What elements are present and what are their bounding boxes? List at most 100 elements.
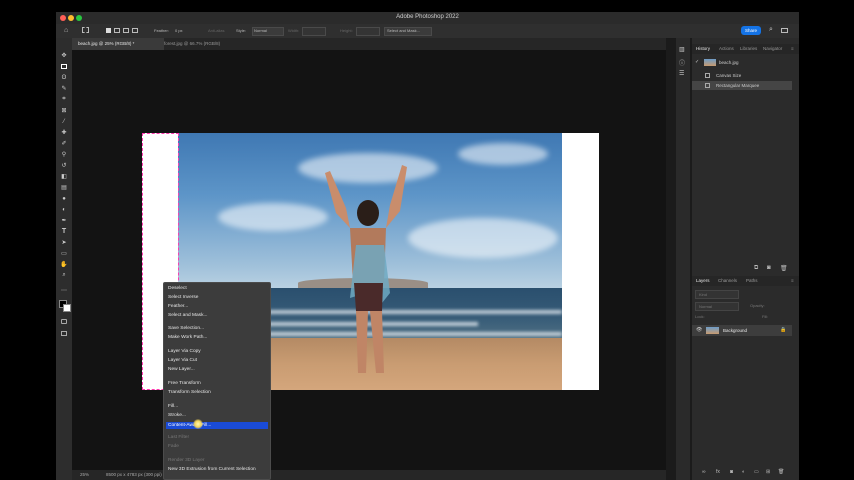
canvas-area[interactable] [72,50,666,470]
marquee-tool-preset-icon[interactable] [82,27,89,33]
menu-item-last-filter: Last Filter [168,435,190,440]
menu-item-select-and-mask[interactable]: Select and Mask... [168,313,207,318]
menu-item-layer-via-cut[interactable]: Layer Via Cut [168,358,197,363]
tab-beach[interactable]: beach.jpg @ 25% (RGB/8) * [72,38,164,50]
subtract-selection-icon[interactable] [123,28,129,33]
new-document-icon[interactable]: ⧉ [754,265,758,272]
move-tool-icon[interactable]: ✥ [60,52,68,59]
menu-item-make-work-path[interactable]: Make Work Path... [168,335,207,340]
zoom-level[interactable]: 25% [80,472,89,477]
crop-tool-icon[interactable]: ⌗ [60,96,68,103]
workspace-icon[interactable] [781,28,788,33]
menu-item-save-selection[interactable]: Save Selection... [168,326,204,331]
menu-item-new-3d-extrusion[interactable]: New 3D Extrusion from Current Selection [168,467,256,472]
add-mask-icon[interactable]: ◙ [730,469,733,475]
history-brush-tool-icon[interactable]: ↺ [60,162,68,169]
lasso-tool-icon[interactable]: ʘ [60,74,68,81]
tab-libraries[interactable]: Libraries [740,46,757,51]
gradient-tool-icon[interactable]: ▤ [60,184,68,191]
menu-item-stroke[interactable]: Stroke... [168,413,186,418]
menu-item-fade: Fade [168,444,179,449]
info-panel-icon[interactable]: ⓘ [679,58,685,67]
menu-item-select-inverse[interactable]: Select Inverse [168,295,198,300]
healing-brush-tool-icon[interactable]: ✚ [60,129,68,136]
layer-name: Background [723,328,748,333]
menu-item-deselect[interactable]: Deselect [168,286,187,291]
hand-tool-icon[interactable]: ✋ [60,261,68,268]
antialias-checkbox[interactable]: Anti-alias [208,28,224,33]
clone-stamp-tool-icon[interactable]: ⚲ [60,151,68,158]
brush-tool-icon[interactable]: ✐ [60,140,68,147]
eraser-tool-icon[interactable]: ◧ [60,173,68,180]
width-input[interactable] [302,27,326,36]
rectangle-tool-icon[interactable]: ▭ [60,250,68,257]
frame-tool-icon[interactable]: ⊠ [60,107,68,114]
layer-row[interactable]: 👁 Background 🔒 [692,325,792,336]
width-label: Width: [288,28,300,33]
snapshot-thumbnail [704,59,716,66]
tab-label: beach.jpg @ 25% (RGB/8) * [78,41,135,46]
document-info[interactable]: 8500 px x 4783 px (300 ppi) [106,472,162,477]
layer-style-icon[interactable]: fx [716,469,720,475]
adjustment-layer-icon[interactable]: ◐ [742,469,745,475]
menu-item-content-aware-fill[interactable]: Content-Aware Fill... [166,422,268,429]
panel-menu-icon[interactable]: ≡ [791,278,794,283]
home-icon[interactable]: ⌂ [64,27,68,34]
marquee-state-icon [705,83,710,88]
layers-panel-tabs: Layers Channels Paths ≡ [692,276,799,286]
link-layers-icon[interactable]: ∞ [702,469,706,475]
height-input[interactable] [356,27,380,36]
pen-tool-icon[interactable]: ✒ [60,217,68,224]
blend-mode-select[interactable]: Normal [695,302,739,311]
delete-layer-icon[interactable]: 🗑 [778,469,784,475]
menu-item-fill[interactable]: Fill... [168,404,178,409]
panel-menu-icon[interactable]: ≡ [791,46,794,51]
right-panels: History Actions Libraries Navigator ≡ ✓ … [692,38,799,480]
history-item-active[interactable]: Rectangular Marquee [692,81,792,90]
search-icon[interactable]: ⌕ [769,26,773,34]
share-button[interactable]: Share [741,26,761,35]
trash-icon[interactable]: 🗑 [780,265,788,272]
menu-item-feather[interactable]: Feather... [168,304,188,309]
marquee-tool-icon[interactable] [60,63,68,70]
status-bar: 25% 8500 px x 4783 px (300 ppi) [72,470,666,480]
history-snapshot[interactable]: ✓ beach.jpg [692,58,792,67]
quick-mask-icon[interactable] [60,318,68,325]
menu-item-layer-via-copy[interactable]: Layer Via Copy [168,349,201,354]
menu-item-free-transform[interactable]: Free Transform [168,381,201,386]
new-selection-icon[interactable] [106,28,111,33]
lock-icon: 🔒 [780,327,787,333]
background-color-swatch[interactable] [63,304,71,312]
eyedropper-tool-icon[interactable]: ⁄ [60,118,68,125]
add-to-selection-icon[interactable] [114,28,120,33]
type-tool-icon[interactable]: T [60,228,68,235]
panel-icon-strip: ▥ ⓘ ☰ [676,38,690,480]
tab-actions[interactable]: Actions [719,46,734,51]
intersect-selection-icon[interactable] [132,28,138,33]
quick-selection-tool-icon[interactable]: ✎ [60,85,68,92]
tab-forest[interactable]: forest.jpg @ 66.7% (RGB/8) [158,38,250,50]
zoom-tool-icon[interactable]: ⌕ [60,272,68,279]
eye-icon[interactable]: 👁 [696,327,702,333]
blur-tool-icon[interactable]: ● [60,195,68,202]
new-layer-icon[interactable]: ⊞ [766,469,770,475]
snapshot-source-icon[interactable]: ✓ [695,59,699,65]
history-panel-icon[interactable]: ▥ [679,46,685,53]
edit-toolbar-icon[interactable]: ⋯ [60,287,68,294]
screen-mode-icon[interactable] [60,330,68,337]
properties-panel-icon[interactable]: ☰ [679,70,684,77]
path-selection-tool-icon[interactable]: ➤ [60,239,68,246]
dodge-tool-icon[interactable]: ◐ [60,206,68,213]
menu-item-new-layer[interactable]: New Layer... [168,367,195,372]
tab-channels[interactable]: Channels [718,278,737,283]
tab-history[interactable]: History [696,46,710,51]
layer-filter-select[interactable]: Kind [695,290,739,299]
camera-icon[interactable]: ◙ [767,265,771,271]
tab-paths[interactable]: Paths [746,278,758,283]
tab-navigator[interactable]: Navigator [763,46,782,51]
new-group-icon[interactable]: ▭ [754,469,759,475]
feather-input[interactable]: 0 px [175,28,183,33]
menu-item-transform-selection[interactable]: Transform Selection [168,390,211,395]
history-item[interactable]: Canvas Size [692,71,792,80]
tab-layers[interactable]: Layers [696,278,710,283]
